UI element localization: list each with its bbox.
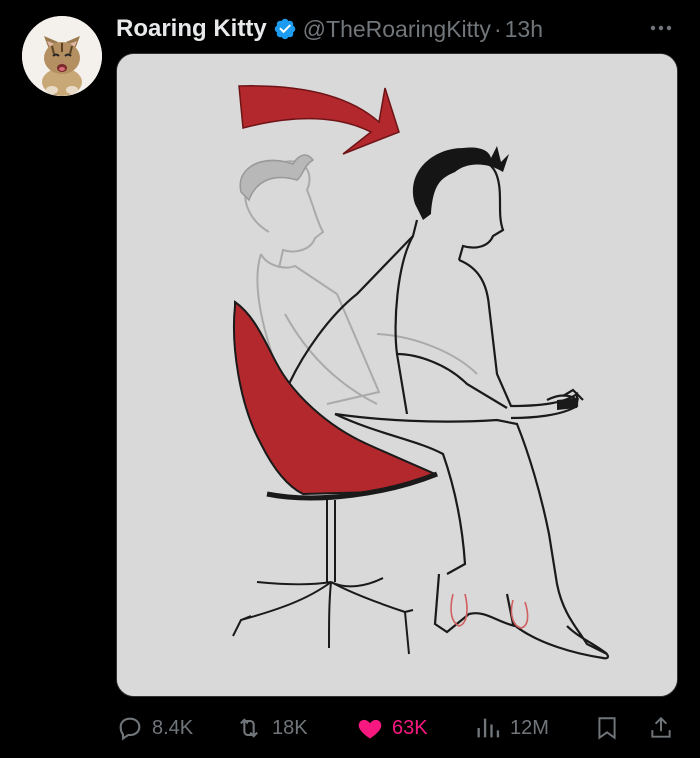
share-icon	[651, 716, 671, 738]
bookmark-icon	[598, 717, 616, 740]
repost-icon	[240, 718, 258, 738]
reply-button[interactable]: 8.4K	[116, 708, 193, 748]
verified-badge-icon	[274, 18, 295, 40]
views-icon	[477, 718, 500, 738]
views-button[interactable]: 12M	[474, 708, 549, 748]
like-count: 63K	[392, 716, 428, 739]
views-count: 12M	[510, 716, 549, 739]
separator-dot: ·	[493, 15, 502, 42]
timestamp[interactable]: 13h	[505, 16, 543, 43]
more-dots-icon	[650, 25, 672, 31]
action-bar: 8.4K 18K 63K 12M	[116, 708, 686, 748]
tweet-header: Roaring Kitty @TheRoaringKitty · 13h	[116, 12, 676, 46]
heart-icon	[358, 719, 382, 739]
reply-count: 8.4K	[152, 716, 194, 739]
share-button[interactable]	[648, 708, 674, 748]
user-handle[interactable]: @TheRoaringKitty	[303, 16, 491, 43]
repost-count: 18K	[272, 716, 308, 739]
bookmark-button[interactable]	[594, 708, 620, 748]
reply-icon	[119, 717, 141, 741]
repost-button[interactable]: 18K	[234, 708, 308, 748]
display-name[interactable]: Roaring Kitty	[116, 15, 267, 43]
sketch-drawing	[117, 54, 677, 696]
kitten-avatar-icon	[22, 16, 102, 96]
avatar[interactable]	[22, 16, 102, 96]
tweet-media[interactable]	[116, 53, 678, 697]
more-options-button[interactable]	[646, 16, 676, 40]
like-button[interactable]: 63K	[356, 708, 428, 748]
